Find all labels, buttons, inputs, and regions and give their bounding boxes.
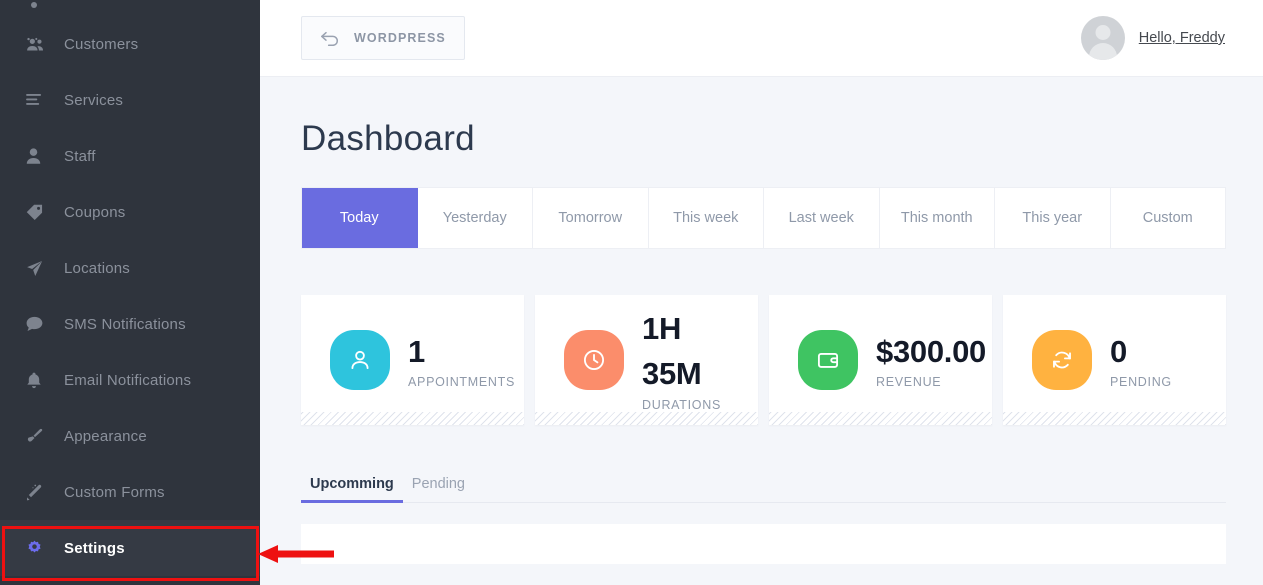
- card-hatch-pattern: [1003, 412, 1226, 425]
- stat-value: 1: [408, 333, 425, 369]
- sidebar-item-label: Services: [64, 91, 124, 109]
- wallet-icon: [798, 330, 858, 390]
- greeting-link[interactable]: Hello, Freddy: [1139, 30, 1225, 46]
- sidebar-item-label: Staff: [64, 147, 96, 165]
- page-content: Dashboard Today Yesterday Tomorrow This …: [260, 119, 1263, 564]
- user-menu[interactable]: Hello, Freddy: [1080, 16, 1225, 60]
- range-tab-yesterday[interactable]: Yesterday: [417, 188, 533, 248]
- stat-card-revenue[interactable]: $300.00 REVENUE: [769, 295, 992, 425]
- stat-label: PENDING: [1110, 375, 1172, 390]
- stat-label: APPOINTMENTS: [408, 375, 516, 390]
- sidebar-item-locations[interactable]: Locations: [0, 240, 260, 296]
- sidebar-item-coupons[interactable]: Coupons: [0, 184, 260, 240]
- stat-card-pending[interactable]: 0 PENDING: [1003, 295, 1226, 425]
- paper-plane-icon: [26, 260, 52, 277]
- sync-icon: [1032, 330, 1092, 390]
- stat-text: $300.00 REVENUE: [876, 330, 986, 391]
- stat-text: 1 APPOINTMENTS: [408, 330, 515, 391]
- sidebar: Customers Services Staff Coupons Locatio…: [0, 0, 260, 585]
- stat-text: 0 PENDING: [1110, 330, 1172, 391]
- chat-bubble-icon: [26, 316, 52, 332]
- paintbrush-icon: [26, 428, 52, 445]
- sidebar-item-label: Email Notifications: [64, 371, 192, 389]
- stat-text: 1H 35M DURATIONS: [642, 307, 728, 413]
- range-tab-this-week[interactable]: This week: [648, 188, 764, 248]
- person-icon: [26, 148, 52, 164]
- bell-icon: [26, 372, 52, 389]
- users-icon: [26, 37, 52, 52]
- stat-card-durations[interactable]: 1H 35M DURATIONS: [535, 295, 758, 425]
- sidebar-item-settings[interactable]: Settings: [0, 520, 260, 576]
- avatar-body: [1088, 43, 1117, 60]
- range-tab-custom[interactable]: Custom: [1110, 188, 1225, 248]
- sidebar-item-custom-forms[interactable]: Custom Forms: [0, 464, 260, 520]
- main-area: WORDPRESS Hello, Freddy Dashboard Today …: [260, 0, 1263, 585]
- person-icon: [330, 330, 390, 390]
- stat-value: 0: [1110, 333, 1127, 369]
- sidebar-item-label: Custom Forms: [64, 483, 165, 501]
- partial-item-icon: [26, 0, 52, 16]
- wordpress-button-label: WORDPRESS: [354, 31, 446, 45]
- avatar-head: [1095, 25, 1111, 40]
- sidebar-item-appearance[interactable]: Appearance: [0, 408, 260, 464]
- sidebar-item-label: Coupons: [64, 203, 126, 221]
- sidebar-item-customers[interactable]: Customers: [0, 16, 260, 72]
- card-hatch-pattern: [301, 412, 524, 425]
- stat-label: REVENUE: [876, 375, 942, 390]
- stat-label: DURATIONS: [642, 397, 721, 412]
- card-hatch-pattern: [769, 412, 992, 425]
- clock-icon: [564, 330, 624, 390]
- date-range-tabs: Today Yesterday Tomorrow This week Last …: [301, 187, 1226, 249]
- stat-cards: 1 APPOINTMENTS 1H 35M DURATIONS $300.00 …: [301, 295, 1226, 425]
- magic-wand-icon: [26, 484, 52, 501]
- app-root: Customers Services Staff Coupons Locatio…: [0, 0, 1263, 585]
- range-tab-this-month[interactable]: This month: [879, 188, 995, 248]
- tab-pending[interactable]: Pending: [403, 476, 474, 502]
- wordpress-button[interactable]: WORDPRESS: [301, 16, 465, 60]
- gear-icon: [26, 540, 52, 557]
- card-hatch-pattern: [535, 412, 758, 425]
- tab-upcomming[interactable]: Upcomming: [301, 476, 403, 503]
- sidebar-item-partial[interactable]: [0, 0, 260, 16]
- sidebar-item-label: Customers: [64, 35, 139, 53]
- range-tab-today[interactable]: Today: [302, 188, 418, 248]
- sidebar-item-services[interactable]: Services: [0, 72, 260, 128]
- page-title: Dashboard: [301, 119, 475, 158]
- list-icon: [26, 93, 52, 108]
- tag-icon: [26, 204, 52, 221]
- appointments-panel: [301, 524, 1226, 564]
- stat-card-appointments[interactable]: 1 APPOINTMENTS: [301, 295, 524, 425]
- sidebar-item-staff[interactable]: Staff: [0, 128, 260, 184]
- avatar: [1080, 16, 1125, 60]
- stat-value: $300.00: [876, 333, 986, 369]
- sidebar-item-label: Locations: [64, 259, 131, 277]
- sidebar-item-label: Settings: [64, 539, 125, 557]
- back-arrow-icon: [320, 30, 340, 46]
- sidebar-item-sms-notifications[interactable]: SMS Notifications: [0, 296, 260, 352]
- sidebar-item-label: Appearance: [64, 427, 147, 445]
- sidebar-item-email-notifications[interactable]: Email Notifications: [0, 352, 260, 408]
- stat-value: 1H 35M: [642, 311, 702, 391]
- range-tab-this-year[interactable]: This year: [995, 188, 1111, 248]
- range-tab-last-week[interactable]: Last week: [764, 188, 880, 248]
- range-tab-tomorrow[interactable]: Tomorrow: [533, 188, 649, 248]
- sidebar-item-label: SMS Notifications: [64, 315, 186, 333]
- top-bar: WORDPRESS Hello, Freddy: [260, 0, 1263, 77]
- appointments-tabs: Upcomming Pending: [301, 467, 1226, 503]
